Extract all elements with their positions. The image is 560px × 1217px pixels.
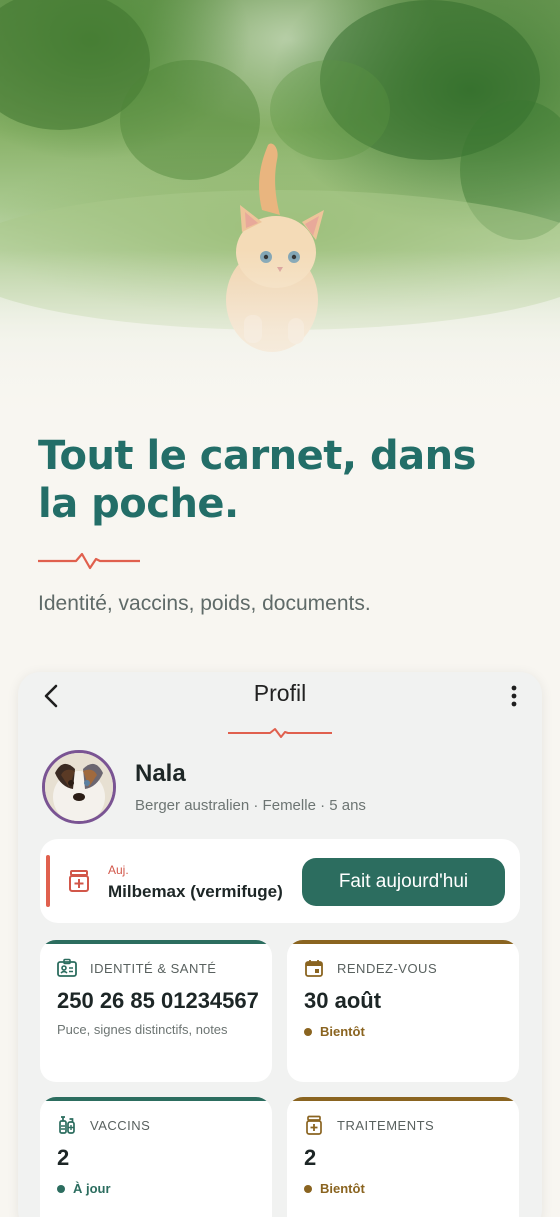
status-text: À jour [73, 1181, 111, 1196]
hero-subtitle: Identité, vaccins, poids, documents. [38, 592, 371, 615]
dog-photo-icon [45, 753, 113, 821]
page-title: Profil [253, 680, 307, 706]
status-badge: À jour [57, 1181, 111, 1196]
status-badge: Bientôt [304, 1181, 365, 1196]
reminder-card: Auj. Milbemax (vermifuge) Fait aujourd'h… [40, 839, 520, 923]
tile-label: IDENTITÉ & SANTÉ [90, 961, 217, 976]
tile-value: 30 août [304, 988, 382, 1013]
tile-value: 250 26 85 01234567 [57, 988, 259, 1013]
id-card-icon [57, 958, 77, 977]
status-badge: Bientôt [304, 1024, 365, 1039]
syringe-icon [59, 1116, 75, 1134]
status-text: Bientôt [320, 1024, 365, 1039]
heartbeat-divider-icon [38, 552, 140, 570]
tile-vaccines[interactable]: VACCINS 2 À jour [40, 1097, 272, 1217]
tile-label: RENDEZ-VOUS [337, 961, 438, 976]
hero-headline: Tout le carnet, dans la poche. [38, 433, 476, 527]
profile-card: Profil Nala Berger australien · Femelle … [18, 672, 542, 1217]
status-dot [304, 1027, 312, 1036]
tile-value: 2 [304, 1145, 317, 1170]
reminder-date: Auj. [108, 863, 129, 877]
status-text: Bientôt [320, 1181, 365, 1196]
pet-details: Berger australien · Femelle · 5 ans [135, 797, 366, 814]
status-dot [304, 1184, 312, 1193]
pet-name: Nala [135, 760, 186, 787]
tile-label: VACCINS [90, 1118, 151, 1133]
calendar-icon [305, 960, 323, 977]
avatar[interactable] [42, 750, 116, 824]
reminder-text: Milbemax (vermifuge) [108, 882, 283, 901]
medicine-box-icon [306, 1115, 322, 1135]
medicine-box-icon [69, 870, 89, 892]
tile-value: 2 [57, 1145, 70, 1170]
done-today-button[interactable]: Fait aujourd'hui [302, 858, 505, 906]
tile-appointments[interactable]: RENDEZ-VOUS 30 août Bientôt [287, 940, 519, 1082]
hero-image [0, 0, 560, 430]
heartbeat-divider-icon [228, 728, 332, 738]
tile-label: TRAITEMENTS [337, 1118, 435, 1133]
more-vertical-icon[interactable] [506, 684, 522, 708]
tile-subtitle: Puce, signes distinctifs, notes [57, 1022, 228, 1037]
top-bar: Profil [18, 672, 542, 722]
tile-identity-health[interactable]: IDENTITÉ & SANTÉ 250 26 85 01234567 Puce… [40, 940, 272, 1082]
tile-treatments[interactable]: TRAITEMENTS 2 Bientôt [287, 1097, 519, 1217]
reminder-accent-bar [46, 855, 50, 907]
status-dot [57, 1184, 65, 1193]
